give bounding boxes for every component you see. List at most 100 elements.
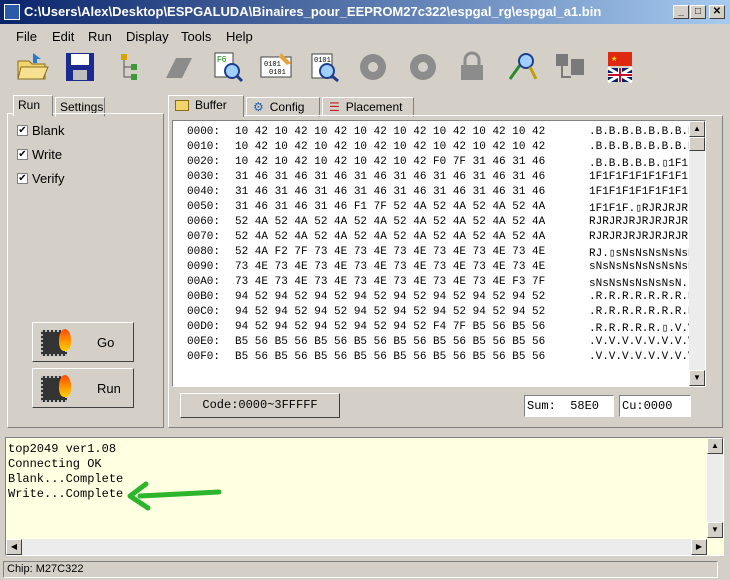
- menu-display[interactable]: Display: [126, 29, 169, 44]
- hex-bytes: 52 4A F2 7F 73 4E 73 4E 73 4E 73 4E 73 4…: [235, 246, 546, 258]
- flame-icon: [59, 329, 71, 351]
- hex-address: 00B0:: [187, 291, 221, 303]
- maximize-button[interactable]: □: [690, 5, 706, 19]
- hex-bytes: 94 52 94 52 94 52 94 52 94 52 F4 7F B5 5…: [235, 321, 546, 333]
- hex-address: 0080:: [187, 246, 221, 258]
- scroll-left-icon[interactable]: ◀: [6, 539, 22, 555]
- device-icon[interactable]: [552, 48, 588, 86]
- hex-ascii: 1F1F1F1F1F1F1F1F: [589, 171, 695, 183]
- hex-address: 0000:: [187, 126, 221, 138]
- hex-ascii: RJRJRJRJRJRJRJRJ: [589, 216, 695, 228]
- menu-help[interactable]: Help: [226, 29, 253, 44]
- menu-file[interactable]: File: [16, 29, 37, 44]
- hex-ascii: .R.R.R.R.R.R.R.R: [589, 306, 695, 318]
- scroll-thumb[interactable]: [689, 137, 705, 151]
- write-label: Write: [32, 147, 63, 162]
- log-line: top2049 ver1.08: [8, 442, 117, 456]
- eraser-icon[interactable]: [160, 48, 196, 86]
- menu-edit[interactable]: Edit: [52, 29, 74, 44]
- blank-label: Blank: [32, 123, 65, 138]
- scroll-down-icon[interactable]: ▼: [689, 370, 705, 386]
- minimize-button[interactable]: _: [673, 5, 689, 19]
- open-icon[interactable]: [14, 48, 50, 86]
- hex-bytes: 31 46 31 46 31 46 31 46 31 46 31 46 31 4…: [235, 186, 546, 198]
- hex-address: 00F0:: [187, 351, 221, 363]
- hex-bytes: 10 42 10 42 10 42 10 42 10 42 10 42 10 4…: [235, 126, 546, 138]
- hex-ascii: .V.V.V.V.V.V.V.V: [589, 351, 695, 363]
- status-bar: Chip: M27C322: [0, 559, 730, 580]
- tab-config[interactable]: ⚙ Config: [246, 97, 320, 117]
- svg-text:F6: F6: [217, 55, 227, 64]
- blank-option[interactable]: ✔ Blank: [17, 123, 65, 138]
- tab-buffer[interactable]: Buffer: [168, 95, 244, 117]
- run-panel: ✔ Blank ✔ Write ✔ Verify Go Run: [7, 113, 164, 428]
- write-checkbox[interactable]: ✔: [17, 149, 28, 160]
- tree-icon[interactable]: [112, 48, 148, 86]
- hex-view[interactable]: 0000: 10 42 10 42 10 42 10 42 10 42 10 42…: [172, 120, 706, 387]
- lock-icon[interactable]: [454, 48, 490, 86]
- title-bar: C:\Users\Alex\Desktop\ESPGALUDA\Binaires…: [0, 0, 730, 24]
- hex-bytes: 31 46 31 46 31 46 F1 7F 52 4A 52 4A 52 4…: [235, 201, 546, 213]
- scroll-up-icon[interactable]: ▲: [707, 438, 723, 454]
- hex-scrollbar[interactable]: ▲ ▼: [689, 121, 705, 386]
- svg-text:★: ★: [611, 55, 617, 63]
- hex-ascii: .R.R.R.R.R.▯.V.V: [589, 323, 695, 335]
- folder-icon: [175, 100, 189, 112]
- flame-icon: [59, 375, 71, 397]
- verify-option[interactable]: ✔ Verify: [17, 171, 65, 186]
- hex-ascii: RJ.▯sNsNsNsNsNsN: [589, 248, 695, 260]
- disc-icon[interactable]: [355, 48, 391, 86]
- tab-placement-label: Placement: [345, 100, 403, 114]
- write-option[interactable]: ✔ Write: [17, 147, 62, 162]
- log-hscrollbar[interactable]: ◀ ▶: [6, 539, 707, 555]
- scroll-down-icon[interactable]: ▼: [707, 522, 723, 538]
- app-icon: [4, 4, 20, 20]
- log-line: Connecting OK: [8, 457, 102, 471]
- hex-ascii: .B.B.B.B.B.B.B.B: [589, 126, 695, 138]
- save-icon[interactable]: [62, 48, 98, 86]
- blank-checkbox[interactable]: ✔: [17, 125, 28, 136]
- hex-ascii: .R.R.R.R.R.R.R.R: [589, 291, 695, 303]
- green-arrow-icon: [127, 481, 222, 511]
- tab-placement[interactable]: ☰ Placement: [322, 97, 414, 117]
- log-panel[interactable]: top2049 ver1.08 Connecting OK Blank...Co…: [5, 437, 724, 556]
- find-icon[interactable]: F6: [210, 48, 246, 86]
- hex-bytes: 73 4E 73 4E 73 4E 73 4E 73 4E 73 4E 73 4…: [235, 276, 546, 288]
- hex-address: 0090:: [187, 261, 221, 273]
- close-button[interactable]: ✕: [709, 5, 725, 19]
- hex-bytes: 94 52 94 52 94 52 94 52 94 52 94 52 94 5…: [235, 291, 546, 303]
- menu-bar: File Edit Run Display Tools Help: [0, 26, 730, 48]
- hex-ascii: .B.B.B.B.B.B.B.B: [589, 141, 695, 153]
- hex-bytes: 52 4A 52 4A 52 4A 52 4A 52 4A 52 4A 52 4…: [235, 216, 546, 228]
- run-button[interactable]: Run: [32, 368, 134, 408]
- sum-field: Sum: 58E0: [524, 395, 614, 417]
- probe-icon[interactable]: [504, 48, 540, 86]
- go-button[interactable]: Go: [32, 322, 134, 362]
- disc2-icon[interactable]: [405, 48, 441, 86]
- hex-ascii: sNsNsNsNsNsNsNsN: [589, 261, 695, 273]
- hex-address: 0060:: [187, 216, 221, 228]
- hex-address: 0040:: [187, 186, 221, 198]
- hex-address: 0020:: [187, 156, 221, 168]
- toolbar: F6 0101 0101 0101 ★: [0, 48, 730, 90]
- verify-checkbox[interactable]: ✔: [17, 173, 28, 184]
- hex-bytes: 73 4E 73 4E 73 4E 73 4E 73 4E 73 4E 73 4…: [235, 261, 546, 273]
- tab-run[interactable]: Run: [13, 95, 53, 116]
- run-label: Run: [97, 381, 121, 396]
- scroll-up-icon[interactable]: ▲: [689, 121, 705, 137]
- chip-search-icon[interactable]: 0101: [306, 48, 342, 86]
- hex-address: 00D0:: [187, 321, 221, 333]
- tab-config-label: Config: [269, 100, 305, 114]
- svg-text:0101: 0101: [269, 69, 286, 77]
- hex-ascii: sNsNsNsNsNsNsN.▯: [589, 278, 695, 290]
- binary-icon[interactable]: 0101 0101: [258, 48, 294, 86]
- scroll-right-icon[interactable]: ▶: [691, 539, 707, 555]
- log-scrollbar[interactable]: ▲ ▼: [707, 438, 723, 538]
- hex-bytes: B5 56 B5 56 B5 56 B5 56 B5 56 B5 56 B5 5…: [235, 336, 546, 348]
- hex-ascii: 1F1F1F.▯RJRJRJRJ: [589, 203, 695, 215]
- menu-tools[interactable]: Tools: [181, 29, 211, 44]
- code-range-button[interactable]: Code:0000~3FFFFF: [180, 393, 340, 418]
- menu-run[interactable]: Run: [88, 29, 112, 44]
- hex-bytes: 31 46 31 46 31 46 31 46 31 46 31 46 31 4…: [235, 171, 546, 183]
- flags-icon[interactable]: ★: [602, 48, 638, 86]
